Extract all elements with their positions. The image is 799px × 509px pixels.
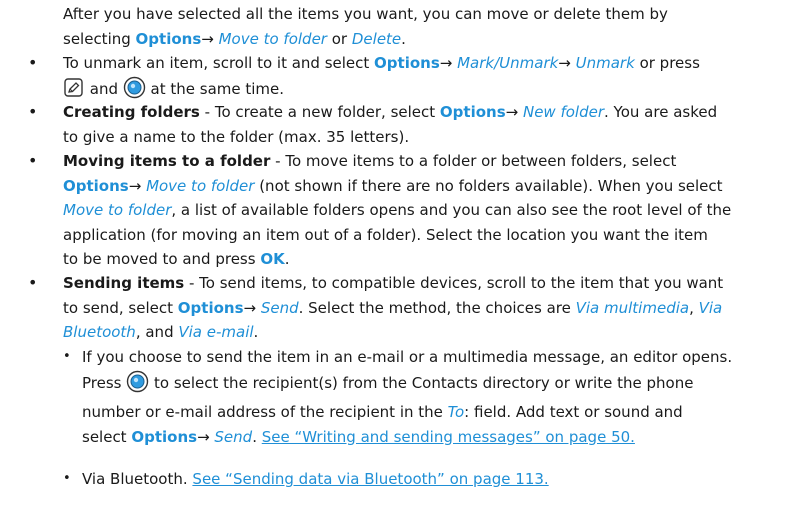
text-line: to be moved to and press OK.	[63, 247, 799, 272]
text: or press	[634, 54, 700, 72]
menu-term: Send	[209, 427, 253, 446]
text: . Select the method, the choices are	[298, 298, 576, 317]
text: .	[401, 29, 406, 48]
paragraph-continuation: After you have selected all the items yo…	[0, 2, 799, 51]
text: . You are asked	[604, 103, 718, 121]
arrow: →	[558, 54, 571, 72]
text-line: Move to folder, a list of available fold…	[63, 198, 799, 223]
text-line: application (for moving an item out of a…	[63, 225, 708, 244]
text: to be moved to and press	[63, 250, 261, 268]
text: to select the recipient(s) from the Cont…	[149, 373, 694, 392]
text-line: Bluetooth, and Via e-mail.	[63, 320, 799, 345]
heading-term: Sending items	[63, 274, 185, 292]
menu-term: Unmark	[570, 54, 635, 72]
text: number or e-mail address of the recipien…	[82, 403, 448, 421]
text: .	[284, 250, 290, 268]
paragraph-creating-folders: Creating folders - To create a new folde…	[0, 100, 799, 149]
arrow: →	[243, 298, 257, 317]
options-keyword: Options	[63, 176, 129, 195]
text-line: to send, select Options→ Send. Select th…	[63, 296, 799, 321]
ok-keyword: OK	[260, 250, 285, 268]
text: or	[326, 29, 352, 48]
text-line: If you choose to send the item in an e-m…	[82, 348, 733, 366]
text-line: to give a name to the folder (max. 35 le…	[63, 127, 410, 146]
paragraph-unmark: To unmark an item, scroll to it and sele…	[0, 51, 799, 106]
cross-reference-link[interactable]: See “Writing and sending messages” on pa…	[262, 428, 635, 446]
arrow: →	[439, 54, 453, 72]
menu-term: Mark/Unmark	[452, 54, 559, 72]
text: (not shown if there are no folders avail…	[254, 176, 723, 195]
text: at the same time.	[145, 79, 285, 98]
menu-term: Via multimedia	[575, 298, 690, 317]
menu-term: New folder	[518, 103, 605, 121]
text: - To send items, to compatible devices, …	[184, 274, 724, 292]
text-line: Options→ Move to folder (not shown if th…	[63, 174, 799, 199]
text-line: Moving items to a folder - To move items…	[63, 149, 799, 174]
menu-term: Move to folder	[63, 201, 172, 219]
arrow: →	[201, 29, 214, 48]
menu-term: Via e-mail	[178, 323, 254, 341]
paragraph-sending-items: Sending items - To send items, to compat…	[0, 271, 799, 345]
text-line: Creating folders - To create a new folde…	[63, 100, 799, 125]
options-keyword: Options	[135, 29, 202, 48]
text: to send, select	[63, 298, 178, 317]
options-keyword: Options	[177, 298, 244, 317]
arrow: →	[505, 103, 519, 121]
text: Press	[82, 373, 127, 392]
text: - To move items to a folder or between f…	[270, 152, 677, 170]
text-line: Sending items - To send items, to compat…	[63, 271, 799, 296]
text: select	[82, 427, 132, 446]
paragraph-moving-items: Moving items to a folder - To move items…	[0, 149, 799, 272]
text: .	[253, 323, 259, 341]
text-line: select Options→ Send. See “Writing and s…	[82, 425, 799, 450]
menu-term: Bluetooth	[63, 323, 136, 341]
heading-term: Creating folders	[63, 103, 200, 121]
arrow: →	[128, 176, 142, 195]
text: selecting	[63, 29, 136, 48]
cross-reference-link[interactable]: See “Sending data via Bluetooth” on page…	[192, 470, 548, 488]
text: Via Bluetooth.	[82, 470, 193, 488]
text: : field. Add text or sound and	[464, 403, 683, 421]
menu-term: Move to folder	[213, 29, 327, 48]
paragraph-send-bluetooth: Via Bluetooth. See “Sending data via Blu…	[0, 467, 799, 492]
text-line: selecting Options→ Move to folder or Del…	[63, 27, 799, 52]
text-line: After you have selected all the items yo…	[63, 5, 668, 23]
text: .	[252, 427, 262, 446]
text: To unmark an item, scroll to it and sele…	[63, 54, 375, 72]
paragraph-send-email: If you choose to send the item in an e-m…	[0, 345, 799, 449]
options-keyword: Options	[131, 427, 198, 446]
options-keyword: Options	[374, 54, 440, 72]
heading-term: Moving items to a folder	[63, 152, 271, 170]
menu-term: Move to folder	[141, 176, 255, 195]
menu-term: Delete	[351, 29, 402, 48]
text: , and	[135, 323, 179, 341]
menu-term: Send	[256, 298, 299, 317]
menu-term: Via	[698, 298, 723, 317]
arrow: →	[197, 427, 210, 446]
manual-page: After you have selected all the items yo…	[0, 0, 799, 509]
field-term: To	[447, 403, 465, 421]
text-line: Press to select the recipient(s) from th…	[82, 370, 799, 401]
text: and	[85, 79, 123, 98]
scroll-key-icon	[126, 370, 149, 401]
text-line: To unmark an item, scroll to it and sele…	[63, 51, 799, 76]
options-keyword: Options	[439, 103, 506, 121]
text-line: number or e-mail address of the recipien…	[82, 400, 799, 425]
text: ,	[689, 298, 699, 317]
text: - To create a new folder, select	[199, 103, 440, 121]
text: , a list of available folders opens and …	[171, 201, 732, 219]
text-line: Via Bluetooth. See “Sending data via Blu…	[82, 467, 799, 492]
